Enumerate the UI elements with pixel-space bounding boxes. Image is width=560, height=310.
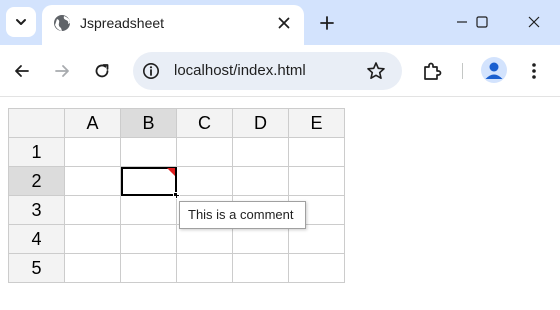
cell-b4[interactable] xyxy=(120,224,177,254)
tab-close-button[interactable] xyxy=(272,11,296,35)
row-header-4[interactable]: 4 xyxy=(8,224,65,254)
cell-c1[interactable] xyxy=(176,137,233,167)
cell-a3[interactable] xyxy=(64,195,121,225)
address-url[interactable]: localhost/index.html xyxy=(174,62,306,80)
cell-a4[interactable] xyxy=(64,224,121,254)
cell-a5[interactable] xyxy=(64,253,121,283)
chevron-down-icon xyxy=(16,19,26,25)
reload-button[interactable] xyxy=(88,57,116,85)
close-icon xyxy=(528,16,540,28)
browser-tab[interactable]: Jspreadsheet xyxy=(42,5,304,45)
reload-icon xyxy=(95,64,109,78)
cell-d2[interactable] xyxy=(232,166,289,196)
cell-e1[interactable] xyxy=(288,137,345,167)
cell-e2[interactable] xyxy=(288,166,345,196)
spreadsheet-grid: A B C D E 1 2 3 4 5 xyxy=(8,108,345,283)
cell-c5[interactable] xyxy=(176,253,233,283)
tab-title: Jspreadsheet xyxy=(80,15,165,31)
cell-a1[interactable] xyxy=(64,137,121,167)
cell-b5[interactable] xyxy=(120,253,177,283)
cell-c2[interactable] xyxy=(176,166,233,196)
comment-tooltip: This is a comment xyxy=(179,201,306,229)
arrow-left-icon xyxy=(15,65,29,77)
cell-b1[interactable] xyxy=(120,137,177,167)
column-header-d[interactable]: D xyxy=(232,108,289,138)
column-header-c[interactable]: C xyxy=(176,108,233,138)
row-header-2[interactable]: 2 xyxy=(8,166,65,196)
cell-b3[interactable] xyxy=(120,195,177,225)
window-close-button[interactable] xyxy=(514,8,554,36)
cell-b2[interactable] xyxy=(120,166,180,199)
row-header-3[interactable]: 3 xyxy=(8,195,65,225)
star-icon[interactable] xyxy=(366,61,386,81)
tab-strip: Jspreadsheet xyxy=(0,0,560,45)
comment-indicator xyxy=(167,168,175,176)
tab-search-button[interactable] xyxy=(6,7,36,37)
browser-menu-button[interactable] xyxy=(522,59,546,83)
browser-toolbar: localhost/index.html xyxy=(0,45,560,97)
info-icon[interactable] xyxy=(142,62,160,80)
extensions-icon[interactable] xyxy=(420,59,444,83)
address-bar[interactable]: localhost/index.html xyxy=(133,52,402,90)
new-tab-button[interactable] xyxy=(313,9,341,37)
cell-e5[interactable] xyxy=(288,253,345,283)
maximize-button[interactable] xyxy=(462,8,502,36)
cell-d5[interactable] xyxy=(232,253,289,283)
corner-cell[interactable] xyxy=(8,108,65,138)
cell-a2[interactable] xyxy=(64,166,121,196)
plus-icon xyxy=(320,16,334,30)
toolbar-divider xyxy=(462,63,463,79)
row-header-5[interactable]: 5 xyxy=(8,253,65,283)
globe-icon xyxy=(54,15,70,31)
more-vertical-icon xyxy=(532,63,536,79)
cell-d1[interactable] xyxy=(232,137,289,167)
forward-button[interactable] xyxy=(48,57,76,85)
maximize-icon xyxy=(476,16,488,28)
column-header-a[interactable]: A xyxy=(64,108,121,138)
avatar-icon xyxy=(485,62,503,79)
column-header-b[interactable]: B xyxy=(120,108,177,138)
arrow-right-icon xyxy=(55,65,69,77)
profile-button[interactable] xyxy=(481,57,507,83)
column-header-e[interactable]: E xyxy=(288,108,345,138)
row-header-1[interactable]: 1 xyxy=(8,137,65,167)
close-icon xyxy=(278,17,290,29)
back-button[interactable] xyxy=(8,57,36,85)
